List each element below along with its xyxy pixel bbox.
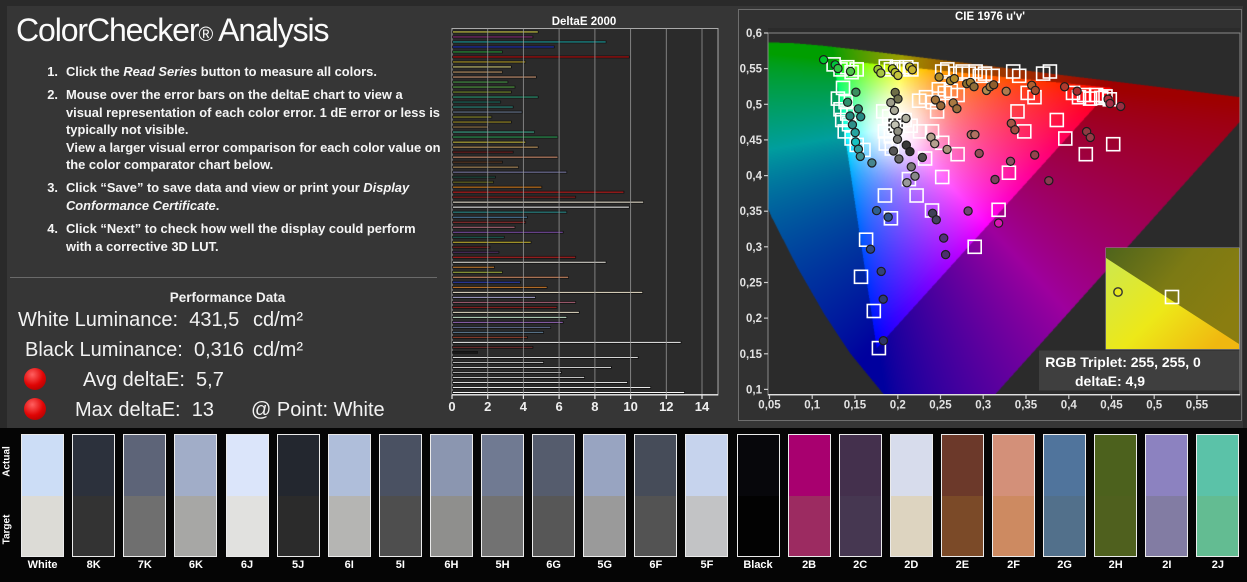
svg-text:0,55: 0,55: [1186, 400, 1209, 412]
svg-text:0,45: 0,45: [1100, 400, 1123, 412]
svg-text:RGB Triplet: 255, 255, 0: RGB Triplet: 255, 255, 0: [1045, 354, 1201, 370]
svg-text:0,3: 0,3: [975, 400, 991, 412]
svg-text:0,4: 0,4: [1061, 400, 1078, 412]
svg-text:0,6: 0,6: [746, 28, 762, 40]
svg-text:0,5: 0,5: [1146, 400, 1163, 412]
svg-text:0,25: 0,25: [929, 400, 952, 412]
svg-text:0,45: 0,45: [740, 135, 763, 147]
svg-text:0,05: 0,05: [758, 400, 781, 412]
svg-text:0,15: 0,15: [844, 400, 867, 412]
svg-text:0,4: 0,4: [746, 171, 763, 183]
svg-text:deltaE: 4,9: deltaE: 4,9: [1075, 373, 1145, 389]
svg-text:0,35: 0,35: [1015, 400, 1038, 412]
svg-text:0,2: 0,2: [890, 400, 906, 412]
svg-text:0,25: 0,25: [740, 278, 763, 290]
svg-text:0,35: 0,35: [740, 206, 763, 218]
svg-text:0,1: 0,1: [746, 384, 763, 396]
svg-text:0,1: 0,1: [804, 400, 821, 412]
svg-text:0,5: 0,5: [746, 99, 763, 111]
svg-text:0,2: 0,2: [746, 313, 762, 325]
svg-text:0,3: 0,3: [746, 242, 762, 254]
svg-text:0,55: 0,55: [740, 64, 763, 76]
svg-text:0,15: 0,15: [740, 349, 763, 361]
